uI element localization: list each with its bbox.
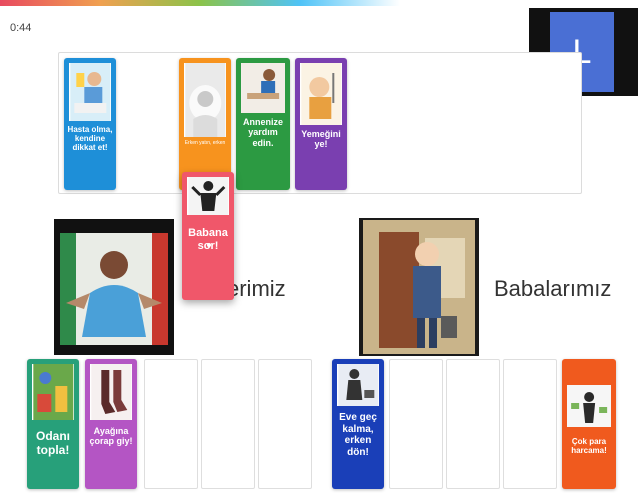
card-eve-gec-kalma[interactable]: Eve geç kalma, erken dön!	[332, 359, 384, 489]
card-illustration	[31, 364, 75, 420]
drop-slot[interactable]	[201, 359, 255, 489]
card-hasta-olma[interactable]: Hasta olma, kendine dikkat et!	[64, 58, 116, 190]
drop-slot[interactable]	[258, 359, 312, 489]
card-babana-sor-dragging[interactable]: Babana sor!	[182, 172, 234, 300]
card-illustration	[240, 63, 286, 113]
card-odani-topla[interactable]: Odanı topla!	[27, 359, 79, 489]
card-text: Odanı topla!	[35, 429, 70, 457]
card-text: Çok para harcama!	[571, 437, 607, 456]
card-yemegini-ye[interactable]: Yemeğini ye!	[295, 58, 347, 190]
card-illustration	[299, 63, 343, 125]
card-illustration	[68, 63, 112, 121]
card-text: Annenize yardım edin.	[242, 117, 283, 148]
card-text: Yemeğini ye!	[301, 129, 341, 150]
card-illustration	[89, 364, 133, 420]
card-text: Ayağına çorap giy!	[89, 426, 133, 447]
mouse-cursor	[207, 243, 211, 247]
card-text: Eve geç kalma, erken dön!	[339, 412, 377, 458]
card-erken-yatin[interactable]: Erken yatın, erken	[179, 58, 231, 190]
card-text: Hasta olma, kendine dikkat et!	[67, 125, 113, 153]
card-illustration	[336, 364, 380, 406]
timer: 0:44	[10, 22, 32, 34]
drop-slot[interactable]	[144, 359, 198, 489]
category-label-left: erimiz	[227, 276, 286, 301]
card-ayagina-corap[interactable]: Ayağına çorap giy!	[85, 359, 137, 489]
category-image-mothers	[54, 219, 174, 355]
card-annenize-yardim[interactable]: Annenize yardım edin.	[236, 58, 290, 190]
drop-slot[interactable]	[503, 359, 557, 489]
drop-slot[interactable]	[446, 359, 500, 489]
progress-strip	[0, 0, 400, 6]
category-label-fathers: Babalarımız	[494, 276, 612, 301]
card-illustration	[186, 177, 230, 215]
drop-slot[interactable]	[389, 359, 443, 489]
card-cok-para-harcama[interactable]: Çok para harcama!	[562, 359, 616, 489]
category-image-fathers	[359, 218, 479, 356]
card-illustration	[183, 63, 227, 137]
card-text: Erken yatın, erken	[184, 140, 226, 146]
card-illustration	[566, 385, 612, 427]
